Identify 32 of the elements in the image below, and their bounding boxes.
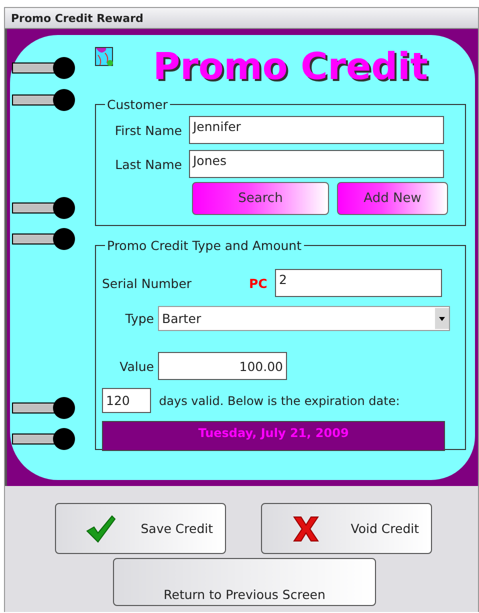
serial-field[interactable]: 2	[275, 269, 442, 297]
group-legend: Promo Credit Type and Amount	[105, 238, 304, 253]
value-field[interactable]: 100.00	[158, 352, 287, 380]
type-dropdown[interactable]: Barter	[158, 306, 450, 331]
field-label: First Name	[114, 122, 182, 138]
binder-ring-drawing	[12, 427, 76, 451]
field-label: Type	[124, 311, 154, 326]
group-legend: Customer	[105, 97, 170, 112]
field-label: Value	[118, 358, 154, 374]
binder-ring-drawing	[12, 88, 76, 112]
cross-icon	[292, 514, 320, 542]
binder-ring-drawing	[12, 227, 76, 251]
text-field[interactable]: Jennifer	[189, 116, 444, 144]
save-button[interactable]: Save Credit	[55, 503, 226, 554]
add-button[interactable]: Add New	[337, 182, 448, 215]
binder-ring-drawing	[12, 56, 76, 80]
field-label: Serial Number	[102, 276, 193, 290]
search-button[interactable]: Search	[192, 182, 329, 215]
binder-ring-drawing	[12, 396, 76, 420]
text-field[interactable]: Jones	[189, 150, 444, 178]
map-icon	[95, 47, 113, 66]
void-button[interactable]: Void Credit	[261, 503, 432, 554]
window-title: Promo Credit Reward	[5, 8, 478, 29]
expiration-date: Tuesday, July 21, 2009	[102, 421, 445, 451]
serial-prefix: PC	[249, 276, 268, 290]
binder-ring-drawing	[12, 196, 76, 220]
checkmark-icon	[86, 514, 116, 542]
field-label: Last Name	[114, 156, 182, 172]
page-heading: Promo Credit	[153, 45, 428, 89]
days-field[interactable]: 120	[102, 388, 151, 413]
days-text: days valid. Below is the expiration date:	[159, 394, 400, 408]
return-button[interactable]: Return to Previous Screen	[113, 558, 376, 606]
